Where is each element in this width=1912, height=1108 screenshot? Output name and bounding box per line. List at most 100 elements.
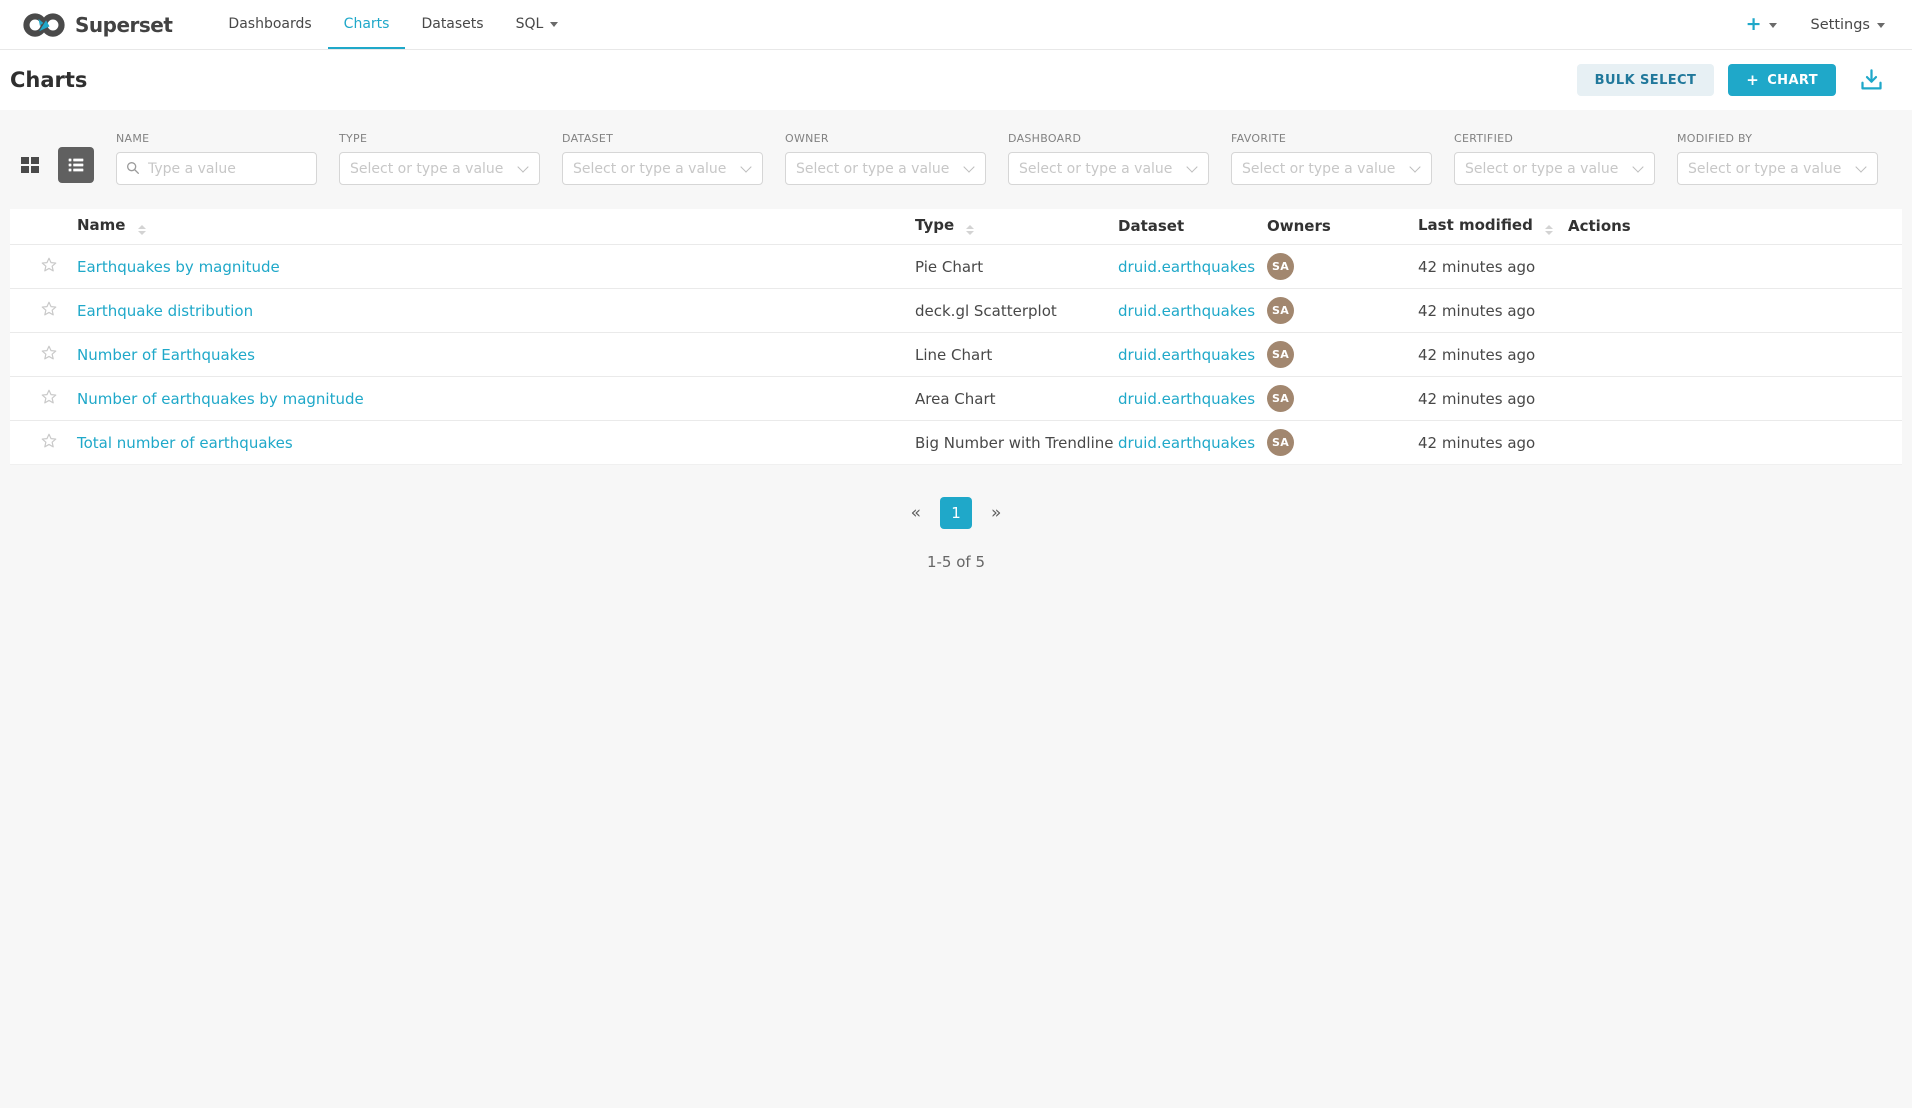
chevron-down-icon	[550, 22, 558, 27]
nav-right: + Settings	[1746, 0, 1885, 49]
chart-name-link[interactable]: Number of Earthquakes	[77, 346, 255, 364]
column-header-type[interactable]: Type	[915, 209, 1118, 245]
bulk-select-button[interactable]: BULK SELECT	[1577, 64, 1715, 96]
favorite-star-icon[interactable]	[40, 344, 58, 362]
sort-icon	[1545, 225, 1553, 235]
filter-owner: OWNER	[785, 132, 986, 185]
sort-icon	[138, 225, 146, 235]
modified-by-filter-select[interactable]	[1677, 152, 1878, 185]
settings-menu-button[interactable]: Settings	[1811, 17, 1885, 33]
row-actions	[1568, 333, 1902, 377]
pagination: « 1 »	[0, 497, 1912, 529]
filters: NAME TYPE DATASET	[116, 132, 1878, 185]
tab-charts[interactable]: Charts	[328, 0, 406, 49]
search-icon	[125, 160, 141, 180]
column-header-actions: Actions	[1568, 209, 1902, 245]
table-row: Earthquake distribution deck.gl Scatterp…	[10, 289, 1902, 333]
charts-table: Name Type Dataset Owners Last modified A…	[10, 209, 1902, 465]
owner-avatar[interactable]: SA	[1267, 385, 1294, 412]
favorite-star-icon[interactable]	[40, 256, 58, 274]
owner-avatar[interactable]: SA	[1267, 341, 1294, 368]
last-modified: 42 minutes ago	[1418, 289, 1568, 333]
table-row: Earthquakes by magnitude Pie Chart druid…	[10, 245, 1902, 289]
dataset-link[interactable]: druid.earthquakes	[1118, 390, 1255, 408]
filter-dataset: DATASET	[562, 132, 763, 185]
plus-icon: +	[1746, 71, 1759, 89]
favorite-star-icon[interactable]	[40, 432, 58, 450]
dataset-link[interactable]: druid.earthquakes	[1118, 434, 1255, 452]
table-header-row: Name Type Dataset Owners Last modified A…	[10, 209, 1902, 245]
row-actions	[1568, 421, 1902, 465]
chevron-down-icon	[1877, 23, 1885, 28]
filter-type: TYPE	[339, 132, 540, 185]
page-1-button[interactable]: 1	[940, 497, 972, 529]
chart-type: Line Chart	[915, 333, 1118, 377]
last-modified: 42 minutes ago	[1418, 333, 1568, 377]
column-header-name[interactable]: Name	[77, 209, 915, 245]
card-view-toggle[interactable]	[12, 147, 48, 183]
add-chart-button[interactable]: + CHART	[1728, 64, 1836, 96]
list-view-toggle[interactable]	[58, 147, 94, 183]
page-header: Charts BULK SELECT + CHART	[0, 50, 1912, 110]
name-filter-input[interactable]	[116, 152, 317, 185]
dataset-filter-select[interactable]	[562, 152, 763, 185]
last-modified: 42 minutes ago	[1418, 377, 1568, 421]
table-row: Number of earthquakes by magnitude Area …	[10, 377, 1902, 421]
row-actions	[1568, 245, 1902, 289]
owner-filter-select[interactable]	[785, 152, 986, 185]
filter-dashboard: DASHBOARD	[1008, 132, 1209, 185]
table-row: Total number of earthquakes Big Number w…	[10, 421, 1902, 465]
type-filter-select[interactable]	[339, 152, 540, 185]
chart-type: deck.gl Scatterplot	[915, 289, 1118, 333]
table-row: Number of Earthquakes Line Chart druid.e…	[10, 333, 1902, 377]
filter-modified-by: MODIFIED BY	[1677, 132, 1878, 185]
filter-bar: NAME TYPE DATASET	[0, 132, 1912, 185]
dashboard-filter-select[interactable]	[1008, 152, 1209, 185]
superset-logo-icon	[22, 10, 66, 40]
chart-name-link[interactable]: Earthquakes by magnitude	[77, 258, 280, 276]
page-title: Charts	[10, 68, 87, 92]
owner-avatar[interactable]: SA	[1267, 297, 1294, 324]
tab-sql[interactable]: SQL	[500, 0, 575, 49]
owner-avatar[interactable]: SA	[1267, 429, 1294, 456]
content-area: NAME TYPE DATASET	[0, 110, 1912, 571]
dataset-link[interactable]: druid.earthquakes	[1118, 258, 1255, 276]
column-header-last-modified[interactable]: Last modified	[1418, 209, 1568, 245]
last-modified: 42 minutes ago	[1418, 421, 1568, 465]
certified-filter-select[interactable]	[1454, 152, 1655, 185]
next-page-button[interactable]: »	[991, 503, 1001, 523]
list-view-icon	[65, 154, 87, 176]
nav-tabs: Dashboards Charts Datasets SQL	[212, 0, 574, 49]
chevron-down-icon	[1769, 23, 1777, 28]
chart-type: Big Number with Trendline	[915, 421, 1118, 465]
chart-name-link[interactable]: Earthquake distribution	[77, 302, 253, 320]
row-actions	[1568, 289, 1902, 333]
grid-view-icon	[18, 153, 42, 177]
favorite-filter-select[interactable]	[1231, 152, 1432, 185]
filter-name: NAME	[116, 132, 317, 185]
chart-name-link[interactable]: Number of earthquakes by magnitude	[77, 390, 364, 408]
import-charts-button[interactable]	[1858, 67, 1885, 94]
favorite-star-icon[interactable]	[40, 300, 58, 318]
sort-icon	[966, 225, 974, 235]
filter-certified: CERTIFIED	[1454, 132, 1655, 185]
filter-favorite: FAVORITE	[1231, 132, 1432, 185]
chart-name-link[interactable]: Total number of earthquakes	[77, 434, 293, 452]
row-count-summary: 1-5 of 5	[0, 553, 1912, 571]
owner-avatar[interactable]: SA	[1267, 253, 1294, 280]
view-toggles	[12, 147, 94, 183]
new-item-menu-button[interactable]: +	[1746, 15, 1777, 34]
chart-type: Pie Chart	[915, 245, 1118, 289]
chart-type: Area Chart	[915, 377, 1118, 421]
plus-icon: +	[1746, 15, 1762, 34]
dataset-link[interactable]: druid.earthquakes	[1118, 302, 1255, 320]
favorite-star-icon[interactable]	[40, 388, 58, 406]
tab-dashboards[interactable]: Dashboards	[212, 0, 327, 49]
row-actions	[1568, 377, 1902, 421]
brand[interactable]: Superset	[22, 0, 172, 49]
tab-datasets[interactable]: Datasets	[405, 0, 499, 49]
dataset-link[interactable]: druid.earthquakes	[1118, 346, 1255, 364]
prev-page-button[interactable]: «	[911, 503, 921, 523]
header-actions: BULK SELECT + CHART	[1577, 64, 1885, 96]
brand-name: Superset	[75, 13, 172, 37]
